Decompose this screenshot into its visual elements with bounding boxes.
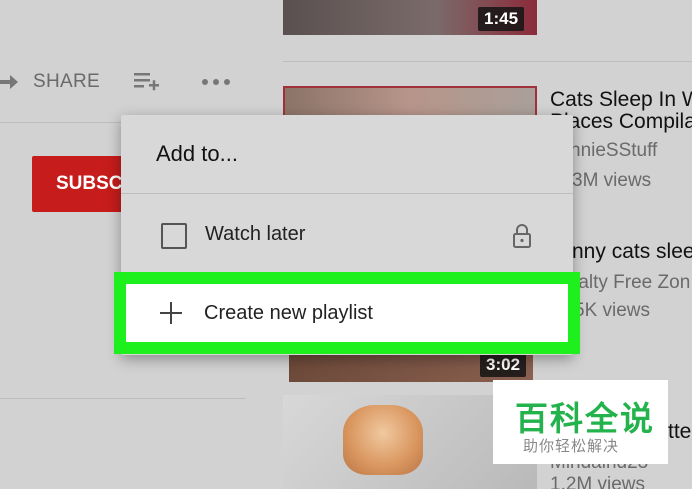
lock-icon [513, 224, 531, 248]
share-button[interactable]: SHARE [33, 71, 100, 93]
divider [121, 193, 573, 194]
view-count: 5K views [574, 300, 651, 321]
watermark-subtitle: 助你轻松解决 [523, 437, 620, 455]
kitten-image [343, 405, 423, 475]
create-new-playlist-button[interactable]: Create new playlist [114, 272, 580, 354]
watermark-logo: 百科全说 助你轻松解决 [493, 380, 668, 464]
divider [283, 61, 692, 62]
duration-badge: 1:45 [478, 7, 525, 31]
duration-badge: 3:02 [480, 353, 527, 377]
view-count: 1.2M views [550, 474, 646, 489]
share-icon[interactable] [0, 74, 18, 92]
watch-later-checkbox[interactable] [161, 223, 187, 249]
video-title[interactable]: Cats Sleep In W [550, 88, 692, 112]
watch-later-label: Watch later [205, 223, 306, 245]
add-to-playlist-icon[interactable] [132, 70, 160, 94]
dialog-title: Add to... [156, 141, 238, 166]
plus-icon [160, 302, 182, 324]
view-count: 3M views [572, 170, 652, 191]
video-action-bar: SHARE [0, 62, 270, 102]
more-options-icon[interactable] [200, 70, 234, 94]
create-new-playlist-label: Create new playlist [204, 302, 373, 324]
channel-name: ralty Free Zon [572, 272, 691, 293]
divider [0, 398, 246, 399]
video-title[interactable]: nny cats slee [572, 240, 692, 264]
video-title[interactable]: tte [668, 420, 691, 444]
channel-name: nnieSStuff [570, 140, 658, 161]
watch-later-option[interactable]: Watch later [121, 211, 573, 259]
watermark-title: 百科全说 [515, 399, 655, 438]
